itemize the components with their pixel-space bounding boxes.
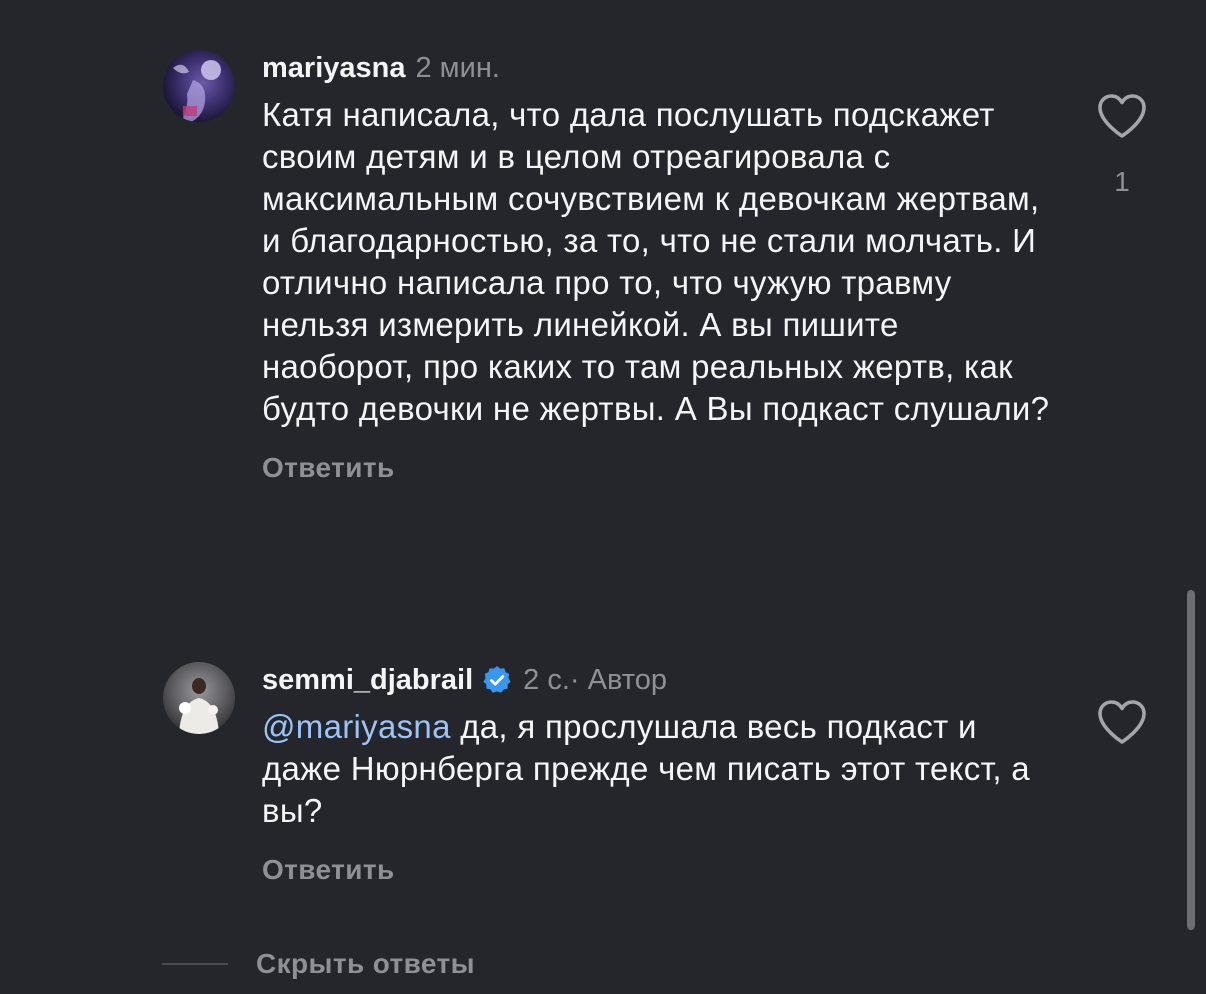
reply-button[interactable]: Ответить [262,854,395,886]
verified-badge-icon [481,664,513,696]
scrollbar[interactable] [1187,590,1195,930]
comment-text: Катя написала, что дала послушать подска… [262,96,1050,427]
timestamp: 2 мин. [415,52,500,84]
heart-icon[interactable] [1096,698,1148,746]
timestamp: 2 с. [523,664,570,696]
username[interactable]: mariyasna [262,48,406,88]
reply-button[interactable]: Ответить [262,452,395,484]
comment-body: mariyasna 2 мин. Катя написала, что дала… [262,48,1062,484]
comment-text: @mariyasna да, я прослушала весь подкаст… [262,706,1052,832]
username[interactable]: semmi_djabrail [262,660,473,700]
avatar-image [163,662,235,734]
like-count: 1 [1114,166,1130,197]
heart-icon[interactable] [1096,92,1148,140]
hide-replies-label: Скрыть ответы [256,948,475,979]
avatar[interactable] [163,662,235,734]
comments-page: mariyasna 2 мин. Катя написала, что дала… [0,0,1206,994]
avatar[interactable] [163,50,235,122]
avatar-image [163,50,235,122]
divider-line [162,963,228,965]
author-label: · Автор [569,664,667,696]
comment-body: semmi_djabrail 2 с. · Автор @mariyasna д… [262,660,1062,886]
hide-replies-button[interactable]: Скрыть ответы [162,942,475,986]
mention-link[interactable]: @mariyasna [262,708,451,745]
comment-meta: semmi_djabrail 2 с. · Автор [262,660,1062,700]
comment-meta: mariyasna 2 мин. [262,48,1062,88]
